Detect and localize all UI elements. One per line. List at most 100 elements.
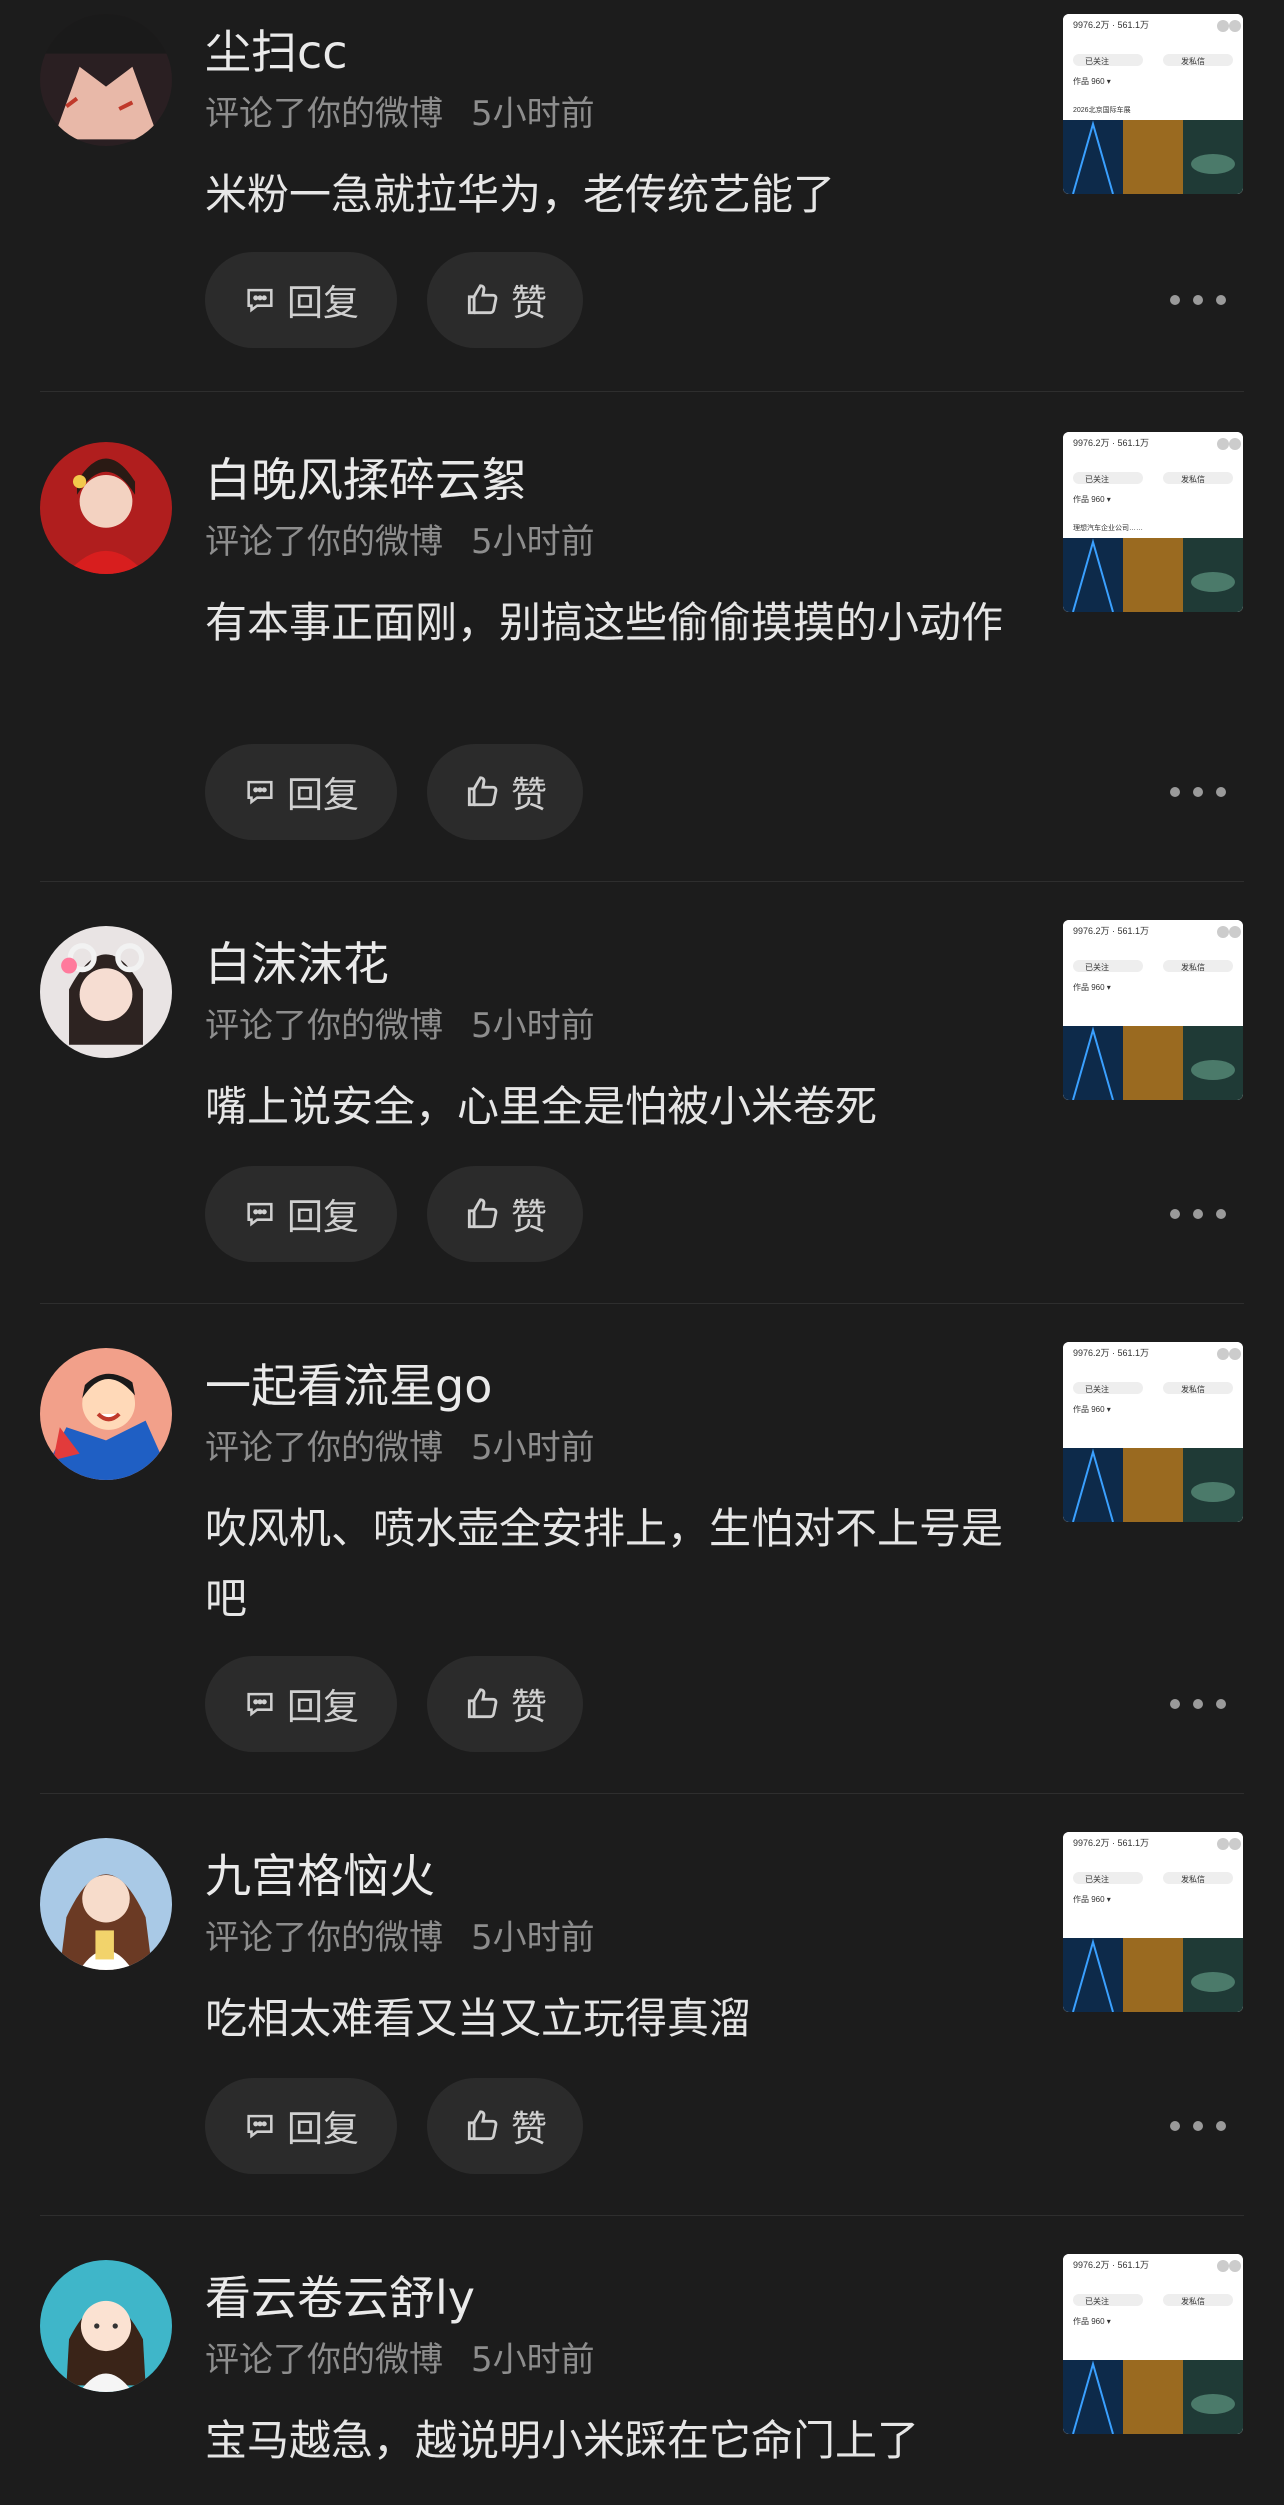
comment-icon <box>247 288 273 313</box>
thumb-tab-follow: 已关注 <box>1085 1874 1109 1884</box>
timestamp: 5小时前 <box>471 2340 595 2380</box>
avatar[interactable] <box>40 14 172 146</box>
comment-icon <box>247 780 273 805</box>
post-thumbnail[interactable]: 9976.2万 · 561.1万 已关注 发私信 作品 960 ▾ <box>1063 1342 1243 1522</box>
comment-item[interactable]: 看云卷云舒ly 评论了你的微博 5小时前 宝马越急，越说明小米踩在它命门上了 99… <box>0 2216 1284 2505</box>
comment-text[interactable]: 嘴上说安全，心里全是怕被小米卷死 <box>205 1072 1025 1142</box>
avatar[interactable] <box>40 1348 172 1480</box>
thumb-tab-follow: 已关注 <box>1085 1384 1109 1394</box>
thumb-tab-message: 发私信 <box>1181 1384 1205 1394</box>
comment-item[interactable]: 白沫沫花 评论了你的微博 5小时前 嘴上说安全，心里全是怕被小米卷死 回复 赞 9… <box>0 882 1284 1304</box>
thumb-up-icon <box>467 2110 498 2141</box>
thumb-stats: 9976.2万 · 561.1万 <box>1073 926 1149 936</box>
comment-actions: 回复 赞 <box>205 744 583 840</box>
comment-meta: 评论了你的微博 5小时前 <box>205 514 595 563</box>
action-text: 评论了你的微博 <box>205 1918 443 1958</box>
thumb-tab-message: 发私信 <box>1181 1874 1205 1884</box>
comment-actions: 回复 赞 <box>205 1166 583 1262</box>
avatar[interactable] <box>40 442 172 574</box>
reply-button[interactable]: 回复 <box>205 1166 397 1262</box>
reply-button[interactable]: 回复 <box>205 744 397 840</box>
comment-item[interactable]: 九宫格恼火 评论了你的微博 5小时前 吃相太难看又当又立玩得真溜 回复 赞 997… <box>0 1794 1284 2216</box>
like-label: 赞 <box>510 283 547 324</box>
action-text: 评论了你的微博 <box>205 522 443 562</box>
comment-feed: 尘扫cc 评论了你的微博 5小时前 米粉一急就拉华为，老传统艺能了 回复 赞 99… <box>0 0 1284 2505</box>
username[interactable]: 白沫沫花 <box>205 928 389 994</box>
reply-label: 回复 <box>286 1687 359 1728</box>
thumb-row-label: 作品 960 ▾ <box>1073 1894 1111 1904</box>
reply-button[interactable]: 回复 <box>205 2078 397 2174</box>
timestamp: 5小时前 <box>471 1006 595 1046</box>
like-label: 赞 <box>510 775 547 816</box>
like-label: 赞 <box>510 1197 547 1238</box>
timestamp: 5小时前 <box>471 522 595 562</box>
timestamp: 5小时前 <box>471 1428 595 1468</box>
reply-label: 回复 <box>286 1197 359 1238</box>
username[interactable]: 九宫格恼火 <box>205 1840 435 1906</box>
comment-meta: 评论了你的微博 5小时前 <box>205 86 595 135</box>
thumb-up-icon <box>467 1688 498 1719</box>
more-dots-icon[interactable] <box>1170 1692 1226 1716</box>
comment-item[interactable]: 尘扫cc 评论了你的微博 5小时前 米粉一急就拉华为，老传统艺能了 回复 赞 99… <box>0 0 1284 392</box>
action-text: 评论了你的微博 <box>205 94 443 134</box>
thumb-link: 理想汽车企业公司…… <box>1073 523 1143 532</box>
thumb-tab-follow: 已关注 <box>1085 474 1109 484</box>
reply-button[interactable]: 回复 <box>205 252 397 348</box>
more-dots-icon[interactable] <box>1170 288 1226 312</box>
avatar[interactable] <box>40 2260 172 2392</box>
thumb-row-label: 作品 960 ▾ <box>1073 1404 1111 1414</box>
reply-button[interactable]: 回复 <box>205 1656 397 1752</box>
like-button[interactable]: 赞 <box>427 1166 583 1262</box>
more-dots-icon[interactable] <box>1170 2114 1226 2138</box>
action-text: 评论了你的微博 <box>205 2340 443 2380</box>
thumb-row-label: 作品 960 ▾ <box>1073 494 1111 504</box>
thumb-tab-message: 发私信 <box>1181 2296 1205 2306</box>
username[interactable]: 白晚风揉碎云絮 <box>205 444 527 510</box>
reply-label: 回复 <box>286 2109 359 2150</box>
action-text: 评论了你的微博 <box>205 1428 443 1468</box>
thumb-tab-follow: 已关注 <box>1085 962 1109 972</box>
avatar[interactable] <box>40 1838 172 1970</box>
comment-actions: 回复 赞 <box>205 2078 583 2174</box>
thumb-tab-message: 发私信 <box>1181 56 1205 66</box>
comment-meta: 评论了你的微博 5小时前 <box>205 2332 595 2381</box>
action-text: 评论了你的微博 <box>205 1006 443 1046</box>
like-label: 赞 <box>510 1687 547 1728</box>
thumb-stats: 9976.2万 · 561.1万 <box>1073 1348 1149 1358</box>
like-button[interactable]: 赞 <box>427 744 583 840</box>
comment-text[interactable]: 吃相太难看又当又立玩得真溜 <box>205 1984 1025 2054</box>
thumb-up-icon <box>467 284 498 315</box>
post-thumbnail[interactable]: 9976.2万 · 561.1万 已关注 发私信 作品 960 ▾ <box>1063 2254 1243 2434</box>
comment-meta: 评论了你的微博 5小时前 <box>205 1910 595 1959</box>
username[interactable]: 尘扫cc <box>205 16 348 82</box>
thumb-up-icon <box>467 1198 498 1229</box>
thumb-row-label: 作品 960 ▾ <box>1073 982 1111 992</box>
post-thumbnail[interactable]: 9976.2万 · 561.1万 已关注 发私信 作品 960 ▾ <box>1063 920 1243 1100</box>
post-thumbnail[interactable]: 9976.2万 · 561.1万 已关注 发私信 作品 960 ▾ 理想汽车企业… <box>1063 432 1243 612</box>
timestamp: 5小时前 <box>471 94 595 134</box>
more-dots-icon[interactable] <box>1170 1202 1226 1226</box>
comment-text[interactable]: 宝马越急，越说明小米踩在它命门上了 <box>205 2406 1025 2476</box>
comment-item[interactable]: 白晚风揉碎云絮 评论了你的微博 5小时前 有本事正面刚，别搞这些偷偷摸摸的小动作 … <box>0 392 1284 882</box>
comment-text[interactable]: 米粉一急就拉华为，老传统艺能了 <box>205 160 1025 230</box>
thumb-tab-follow: 已关注 <box>1085 56 1109 66</box>
thumb-stats: 9976.2万 · 561.1万 <box>1073 20 1149 30</box>
thumb-row-label: 作品 960 ▾ <box>1073 2316 1111 2326</box>
comment-meta: 评论了你的微博 5小时前 <box>205 998 595 1047</box>
like-button[interactable]: 赞 <box>427 252 583 348</box>
like-label: 赞 <box>510 2109 547 2150</box>
like-button[interactable]: 赞 <box>427 2078 583 2174</box>
comment-text[interactable]: 有本事正面刚，别搞这些偷偷摸摸的小动作 <box>205 588 1025 658</box>
comment-icon <box>247 1692 273 1717</box>
like-button[interactable]: 赞 <box>427 1656 583 1752</box>
comment-text[interactable]: 吹风机、喷水壶全安排上，生怕对不上号是吧 <box>205 1494 1025 1634</box>
post-thumbnail[interactable]: 9976.2万 · 561.1万 已关注 发私信 作品 960 ▾ <box>1063 1832 1243 2012</box>
more-dots-icon[interactable] <box>1170 780 1226 804</box>
post-thumbnail[interactable]: 9976.2万 · 561.1万 已关注 发私信 作品 960 ▾ 2026北京… <box>1063 14 1243 194</box>
avatar[interactable] <box>40 926 172 1058</box>
comment-actions: 回复 赞 <box>205 252 583 348</box>
username[interactable]: 看云卷云舒ly <box>205 2262 475 2328</box>
timestamp: 5小时前 <box>471 1918 595 1958</box>
comment-item[interactable]: 一起看流星go 评论了你的微博 5小时前 吹风机、喷水壶全安排上，生怕对不上号是吧… <box>0 1304 1284 1794</box>
username[interactable]: 一起看流星go <box>205 1350 492 1416</box>
